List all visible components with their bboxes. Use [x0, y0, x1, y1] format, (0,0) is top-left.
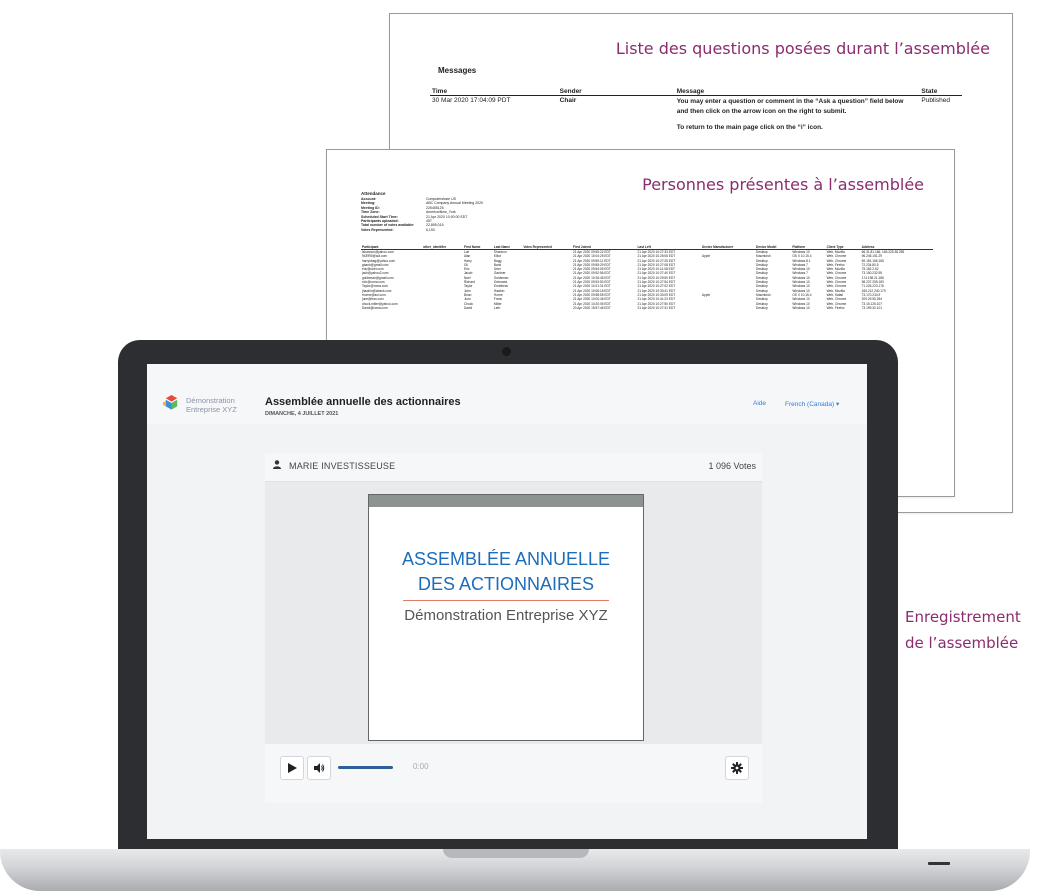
volume-slider[interactable]: [338, 766, 393, 769]
messages-header-row: Time Sender Message State: [430, 88, 962, 96]
attendance-table: Participant other_identifier First Name Las…: [361, 245, 933, 310]
settings-gear-icon: [731, 762, 743, 774]
laptop-base: [0, 849, 1030, 891]
attendance-meta-value: 21 Apr 2020 10:00:00 EDT: [426, 214, 468, 219]
play-icon: [288, 763, 297, 773]
brand-logo-icon: [162, 394, 178, 410]
playback-time: 0:00: [413, 762, 429, 771]
recording-caption-line-1: Enregistrement: [905, 608, 1021, 626]
message-time: 30 Mar 2020 17:04:09 PDT: [432, 97, 511, 104]
webcam: [502, 347, 511, 356]
meeting-panel: MARIE INVESTISSEUSE 1 096 Votes ASSEMBLÉ…: [265, 453, 762, 803]
messages-col-message: Message: [674, 88, 920, 96]
attendance-caption: Personnes présentes à l’assemblée: [642, 175, 924, 194]
attendance-cell: 21 Apr 2020 10:27:31 EDT: [637, 305, 676, 310]
attendance-cell: [422, 306, 463, 310]
message-sender: Chair: [559, 97, 577, 104]
attendance-cell: [522, 306, 572, 310]
recording-caption: Enregistrement de l’assemblée: [905, 604, 1021, 656]
slide-top-bar: [369, 495, 643, 507]
slide-title-line-2: DES ACTIONNAIRES: [417, 574, 595, 594]
laptop-screen: Démonstration Entreprise XYZ Assemblée a…: [147, 364, 867, 839]
messages-col-sender: Sender: [557, 88, 675, 96]
shareholder-name: MARIE INVESTISSEUSE: [289, 461, 396, 471]
meeting-title: Assemblée annuelle des actionnaires: [265, 396, 461, 408]
recording-caption-line-2: de l’assemblée: [905, 634, 1019, 652]
message-state: Published: [921, 97, 950, 104]
meeting-date: DIMANCHE, 4 JUILLET 2021: [265, 411, 339, 417]
attendance-cell: Windows 10: [792, 305, 810, 310]
messages-col-state: State: [919, 88, 962, 96]
laptop-port: [928, 862, 950, 865]
messages-col-time: Time: [430, 88, 558, 96]
attendance-cell: [701, 306, 755, 310]
play-button[interactable]: [280, 756, 304, 780]
video-player[interactable]: ASSEMBLÉE ANNUELLE DES ACTIONNAIRES Démo…: [265, 482, 762, 744]
language-dropdown[interactable]: French (Canada) ▾: [785, 400, 839, 408]
message-text: You may enter a question or comment in t…: [675, 96, 920, 134]
laptop-opening-notch: [443, 849, 589, 858]
attendance-meta-row: Votes Represented: 6,193: [361, 228, 483, 232]
messages-row: 30 Mar 2020 17:04:09 PDT Chair You may e…: [430, 96, 962, 134]
attendance-cell: David: [463, 305, 473, 310]
user-icon: [273, 460, 281, 469]
message-line-3: To return to the main page click on the …: [676, 123, 823, 131]
attendance-meta-value: 6,193: [426, 227, 435, 232]
presentation-slide: ASSEMBLÉE ANNUELLE DES ACTIONNAIRES Démo…: [368, 494, 644, 741]
messages-table: Time Sender Message State 30 Mar 2020 17…: [430, 88, 962, 133]
brand-line-2: Entreprise XYZ: [186, 405, 237, 414]
slide-title-line-1: ASSEMBLÉE ANNUELLE: [401, 549, 611, 569]
attendance-meta-key: Votes Represented:: [361, 227, 394, 232]
attendance-cell: Lerh: [493, 305, 501, 310]
attendance-cell: Desktop: [756, 305, 768, 310]
votes-count: 1 096 Votes: [708, 461, 756, 471]
laptop-bezel: Démonstration Entreprise XYZ Assemblée a…: [118, 340, 898, 860]
player-controls: 0:00: [265, 756, 762, 786]
attendance-cell: Web, Firefox: [826, 305, 845, 310]
attendance-row: David@roma.com David Lerh 20 Apr 2020 15:57…: [361, 306, 933, 310]
messages-title: Messages: [438, 66, 477, 75]
volume-icon: [314, 763, 325, 773]
messages-caption: Liste des questions posées durant l’asse…: [615, 39, 990, 58]
attendance-cell: 73.199.30.101: [861, 305, 883, 310]
attendance-cell: David@roma.com: [362, 305, 388, 310]
brand-line-1: Démonstration: [186, 396, 235, 405]
slide-divider: [403, 600, 609, 601]
message-line-1: You may enter a question or comment in t…: [676, 98, 904, 105]
attendance-title: Attendance: [361, 191, 386, 196]
settings-button[interactable]: [725, 756, 749, 780]
message-line-2: and then click on the arrow icon on the …: [676, 107, 847, 115]
attendance-cell: 20 Apr 2020 15:57:46 EDT: [573, 305, 611, 310]
slide-subtitle: Démonstration Entreprise XYZ: [404, 607, 608, 624]
volume-button[interactable]: [307, 756, 331, 780]
app-header: Démonstration Entreprise XYZ Assemblée a…: [147, 364, 867, 424]
help-link[interactable]: Aide: [753, 400, 766, 407]
attendance-meta: Account: Computershare US Meeting: ABC Comp…: [361, 197, 483, 232]
brand-name: Démonstration Entreprise XYZ: [186, 396, 237, 414]
